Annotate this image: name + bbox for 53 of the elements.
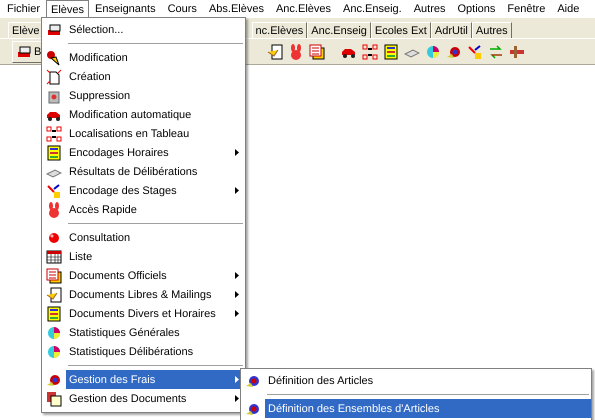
menu-bar-item[interactable]: Fichier xyxy=(1,0,46,18)
menu-bar-item[interactable]: Elèves xyxy=(46,0,90,18)
swap-icon xyxy=(488,44,504,60)
menu-bar-item[interactable]: Options xyxy=(452,0,502,18)
menu-item[interactable]: Localisations en Tableau xyxy=(66,124,245,143)
menu-item[interactable]: Modification automatique xyxy=(66,105,245,124)
menu-item[interactable]: Encodages Horaires xyxy=(66,143,245,162)
menu-item[interactable]: Modification xyxy=(66,48,245,67)
schedule-icon xyxy=(383,44,400,60)
menu-item[interactable]: Documents Libres & Mailings xyxy=(66,285,245,304)
pie-chart-icon xyxy=(46,324,62,340)
pie-chart-icon xyxy=(425,44,442,60)
tab[interactable]: Ecoles Ext xyxy=(370,22,431,38)
menu-item[interactable]: Documents Divers et Horaires xyxy=(66,304,245,323)
menu-item[interactable]: Encodage des Stages xyxy=(66,181,245,200)
rabbit-icon xyxy=(46,202,62,218)
documents-icon xyxy=(46,390,62,406)
tab[interactable]: nc.Elèves xyxy=(252,22,308,38)
menu-item[interactable]: Accès Rapide xyxy=(66,200,245,219)
menu-item[interactable]: Statistiques Délibérations xyxy=(66,342,245,361)
menu-bar-item[interactable]: Anc.Elèves xyxy=(270,0,337,18)
menu-bar-item[interactable]: Enseignants xyxy=(89,0,162,18)
menu-bar-item[interactable]: Fenêtre xyxy=(501,0,552,18)
grid-icon xyxy=(46,126,62,142)
menu-item[interactable]: Résultats de Délibérations xyxy=(66,162,245,181)
schedule-icon xyxy=(46,144,62,160)
grid-icon xyxy=(362,44,378,60)
menu-item[interactable]: Documents Officiels xyxy=(66,266,245,285)
menu-bar-item[interactable]: Aide xyxy=(551,0,586,18)
schedule-icon xyxy=(46,306,62,322)
menu-bar-item[interactable]: Abs.Elèves xyxy=(202,0,270,18)
menu-item[interactable]: Statistiques Générales xyxy=(66,323,245,342)
menu-item[interactable]: Suppression xyxy=(66,86,245,105)
tab[interactable]: Anc.Enseig xyxy=(307,22,371,38)
menu-bar-item[interactable]: Autres xyxy=(408,0,452,18)
menu-bar-item[interactable]: Cours xyxy=(162,0,203,18)
menu-bar-item[interactable]: Anc.Enseig. xyxy=(337,0,408,18)
menu-item[interactable]: Gestion des Documents xyxy=(66,389,245,408)
menu-item[interactable]: Sélection... xyxy=(66,20,245,39)
tab[interactable]: AdrUtil xyxy=(430,22,472,38)
menu-item[interactable]: Liste xyxy=(66,247,245,266)
table-icon xyxy=(46,248,62,264)
menu-item[interactable]: Consultation xyxy=(66,228,245,247)
menu-item[interactable]: Définition des Articles xyxy=(265,371,591,390)
tab[interactable]: Elève xyxy=(8,22,44,38)
documents-icon xyxy=(46,268,62,284)
documents-icon xyxy=(309,44,326,60)
tab[interactable]: Autres xyxy=(472,22,512,38)
menu-item[interactable]: Définition des Ensembles d'Articles xyxy=(265,399,591,418)
document-icon xyxy=(267,44,284,60)
page-icon xyxy=(46,68,62,84)
menu-item[interactable]: Création xyxy=(66,67,245,86)
pie-chart-icon xyxy=(46,344,62,360)
